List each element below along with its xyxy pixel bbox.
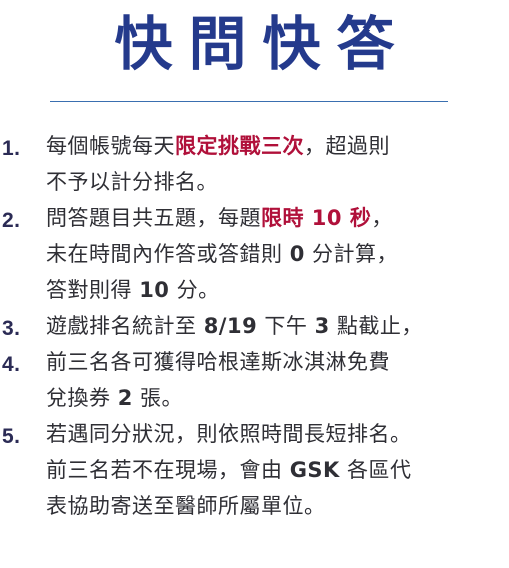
rule-text: 0 (289, 242, 305, 266)
rule-line: 不予以計分排名。 (46, 164, 509, 200)
rule-line: 遊戲排名統計至 8/19 下午 3 點截止， (46, 308, 509, 344)
rule-text: GSK (289, 458, 340, 482)
rules-list: 1. 每個帳號每天限定挑戰三次，超過則不予以計分排名。 2. 問答題目共五題，每題限時… (0, 128, 509, 524)
rule-item: 3. 遊戲排名統計至 8/19 下午 3 點截止， (0, 308, 509, 344)
rule-text: 各區代 (339, 458, 412, 482)
highlight-text: 限定挑戰三次 (175, 134, 304, 158)
rule-text: 表協助寄送至醫師所屬單位。 (46, 494, 326, 518)
rule-text: 下午 (257, 314, 315, 338)
rule-text: 遊戲排名統計至 (46, 314, 204, 338)
rule-text: 前三名各可獲得哈根達斯冰淇淋免費 (46, 350, 390, 374)
rule-text: 未在時間內作答或答錯則 (46, 242, 290, 266)
rule-number: 5. (2, 425, 21, 448)
rule-text: 兌換券 (46, 386, 118, 410)
rule-item: 2. 問答題目共五題，每題限時 10 秒， 未在時間內作答或答錯則 0 分計算， 答對… (0, 200, 509, 308)
rule-item: 5. 若遇同分狀況，則依照時間長短排名。 前三名若不在現場，會由 GSK 各區代 表協… (0, 416, 509, 524)
rule-text: 若遇同分狀況，則依照時間長短排名。 (46, 422, 412, 446)
page-title: 快問快答 (114, 10, 411, 78)
rule-number: 3. (2, 317, 21, 340)
rule-text: 10 (139, 278, 170, 302)
rule-item: 4. 前三名各可獲得哈根達斯冰淇淋免費 兌換券 2 張。 (0, 344, 509, 416)
rule-text: 張。 (132, 386, 183, 410)
rule-line: 問答題目共五題，每題限時 10 秒， (46, 200, 509, 236)
title-divider (50, 101, 448, 102)
rule-line: 若遇同分狀況，則依照時間長短排名。 (46, 416, 509, 452)
rule-text: 8/19 (203, 314, 258, 338)
rule-text: 每個帳號每天 (46, 134, 175, 158)
rule-text: 3 (314, 314, 330, 338)
rule-line: 表協助寄送至醫師所屬單位。 (46, 488, 509, 524)
rule-text: 不予以計分排名。 (46, 170, 218, 194)
rule-text: 點截止， (329, 314, 423, 338)
rule-line: 前三名若不在現場，會由 GSK 各區代 (46, 452, 509, 488)
rule-line: 每個帳號每天限定挑戰三次，超過則 (46, 128, 509, 164)
rule-text: 問答題目共五題，每題 (46, 206, 261, 230)
rule-text: ，超過則 (304, 134, 390, 158)
rule-line: 兌換券 2 張。 (46, 380, 509, 416)
rule-text: ， (371, 206, 393, 230)
rule-number: 1. (2, 137, 21, 160)
rule-line: 未在時間內作答或答錯則 0 分計算， (46, 236, 509, 272)
highlight-text: 限時 10 秒 (261, 206, 372, 230)
rule-line: 答對則得 10 分。 (46, 272, 509, 308)
rule-item: 1. 每個帳號每天限定挑戰三次，超過則不予以計分排名。 (0, 128, 509, 200)
rule-text: 分計算， (304, 242, 398, 266)
rule-text: 2 (117, 386, 133, 410)
rule-line: 前三名各可獲得哈根達斯冰淇淋免費 (46, 344, 509, 380)
rule-number: 4. (2, 353, 21, 376)
rule-text: 前三名若不在現場，會由 (46, 458, 290, 482)
rule-text: 分。 (169, 278, 220, 302)
rule-text: 答對則得 (46, 278, 140, 302)
rule-number: 2. (2, 209, 21, 232)
